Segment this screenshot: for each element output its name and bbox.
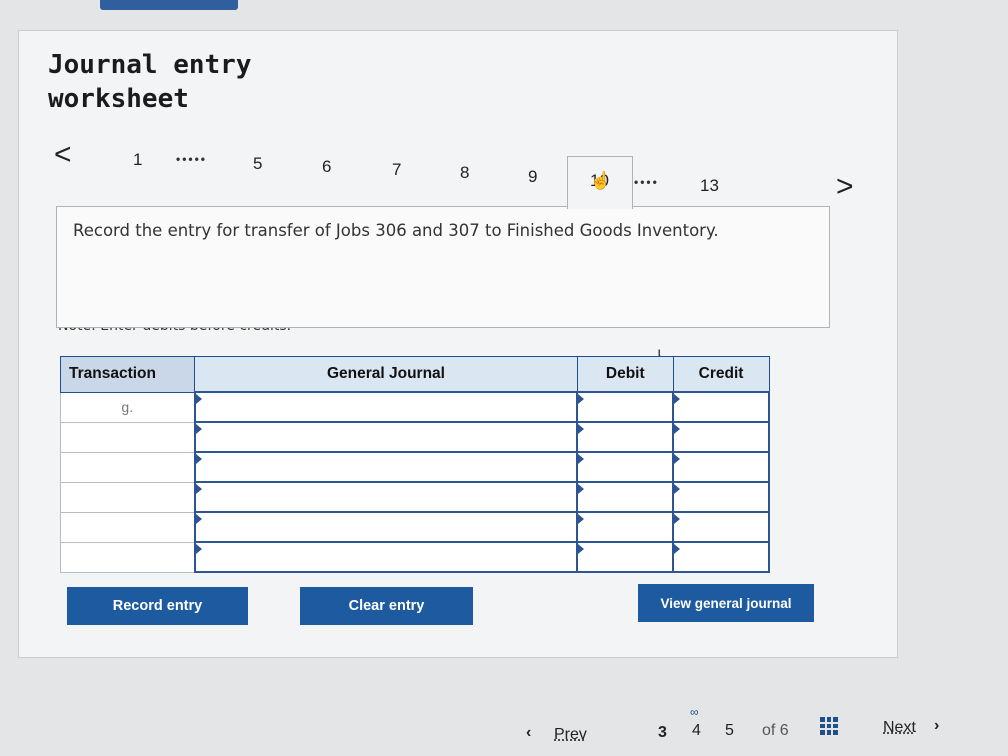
credit-input[interactable]: [672, 451, 770, 483]
page-title: Journal entry worksheet: [48, 48, 252, 116]
top-tab-bar: [100, 0, 238, 10]
credit-input[interactable]: [672, 541, 770, 573]
pager-item-8[interactable]: 8: [460, 163, 469, 183]
transaction-cell: [59, 451, 196, 483]
credit-input[interactable]: [672, 481, 770, 513]
transaction-cell: [59, 421, 196, 453]
table-row: g.: [59, 391, 770, 423]
table-row: [59, 481, 770, 513]
col-debit: Debit: [576, 356, 674, 393]
table-row: [59, 421, 770, 453]
question-pager: < 1 ••••• 5 6 7 8 9 •••• 13 >: [0, 138, 900, 203]
account-input[interactable]: [193, 511, 579, 543]
pager-item-5[interactable]: 5: [253, 154, 262, 174]
record-entry-button[interactable]: Record entry: [67, 587, 248, 625]
title-line-2: worksheet: [48, 84, 189, 114]
chevron-right-icon[interactable]: >: [836, 170, 854, 204]
question-box: Record the entry for transfer of Jobs 30…: [56, 206, 830, 328]
credit-input[interactable]: [672, 511, 770, 543]
debit-input[interactable]: [576, 451, 675, 483]
debit-input[interactable]: [576, 391, 675, 423]
chevron-right-icon[interactable]: ›: [934, 717, 939, 735]
next-link[interactable]: Next: [883, 719, 916, 737]
table-row: [59, 451, 770, 483]
pager-item-10-active[interactable]: 10 ☝: [567, 156, 633, 209]
account-input[interactable]: [193, 391, 579, 423]
chevron-left-icon[interactable]: ‹: [526, 724, 531, 742]
pager-ellipsis: •••••: [176, 152, 208, 166]
account-input[interactable]: [193, 481, 579, 513]
pager-item-1[interactable]: 1: [133, 150, 142, 170]
transaction-cell: [59, 511, 196, 543]
debit-input[interactable]: [576, 421, 675, 453]
transaction-cell: [59, 481, 196, 513]
account-input[interactable]: [193, 421, 579, 453]
pager-item-6[interactable]: 6: [322, 157, 331, 177]
credit-input[interactable]: [672, 421, 770, 453]
pager-item-13[interactable]: 13: [700, 176, 719, 196]
journal-table: Transaction General Journal Debit Credit…: [59, 356, 770, 573]
link-icon: ∞: [690, 705, 699, 719]
page-count: of 6: [762, 722, 789, 739]
col-transaction: Transaction: [59, 356, 196, 393]
footer-page-5[interactable]: 5: [725, 722, 734, 740]
title-line-1: Journal entry: [48, 50, 252, 80]
clear-entry-button[interactable]: Clear entry: [300, 587, 473, 625]
account-input[interactable]: [193, 451, 579, 483]
view-general-journal-button[interactable]: View general journal: [638, 584, 814, 622]
pager-ellipsis-2: ••••: [634, 175, 659, 189]
pager-item-9[interactable]: 9: [528, 167, 537, 187]
table-row: [59, 541, 770, 573]
question-text: Record the entry for transfer of Jobs 30…: [73, 221, 719, 240]
pager-item-7[interactable]: 7: [392, 160, 401, 180]
transaction-cell: [59, 541, 196, 573]
debit-input[interactable]: [576, 511, 675, 543]
chevron-left-icon[interactable]: <: [54, 138, 72, 172]
col-general-journal: General Journal: [194, 356, 578, 393]
grid-icon[interactable]: [820, 717, 838, 735]
prev-link[interactable]: Prev: [554, 726, 587, 744]
table-row: [59, 511, 770, 543]
debit-input[interactable]: [576, 541, 675, 573]
footer-page-3[interactable]: 3: [658, 724, 667, 742]
footer-page-4[interactable]: 4: [692, 722, 701, 740]
debit-input[interactable]: [576, 481, 675, 513]
footer-nav: ‹ Prev 3 4 5 of 6 Next ›: [0, 714, 1008, 748]
credit-input[interactable]: [672, 391, 770, 423]
col-credit: Credit: [672, 356, 770, 393]
hand-pointer-icon: ☝: [590, 171, 612, 190]
transaction-cell: g.: [59, 391, 196, 423]
table-header-row: Transaction General Journal Debit Credit: [59, 356, 770, 393]
account-input[interactable]: [193, 541, 579, 573]
